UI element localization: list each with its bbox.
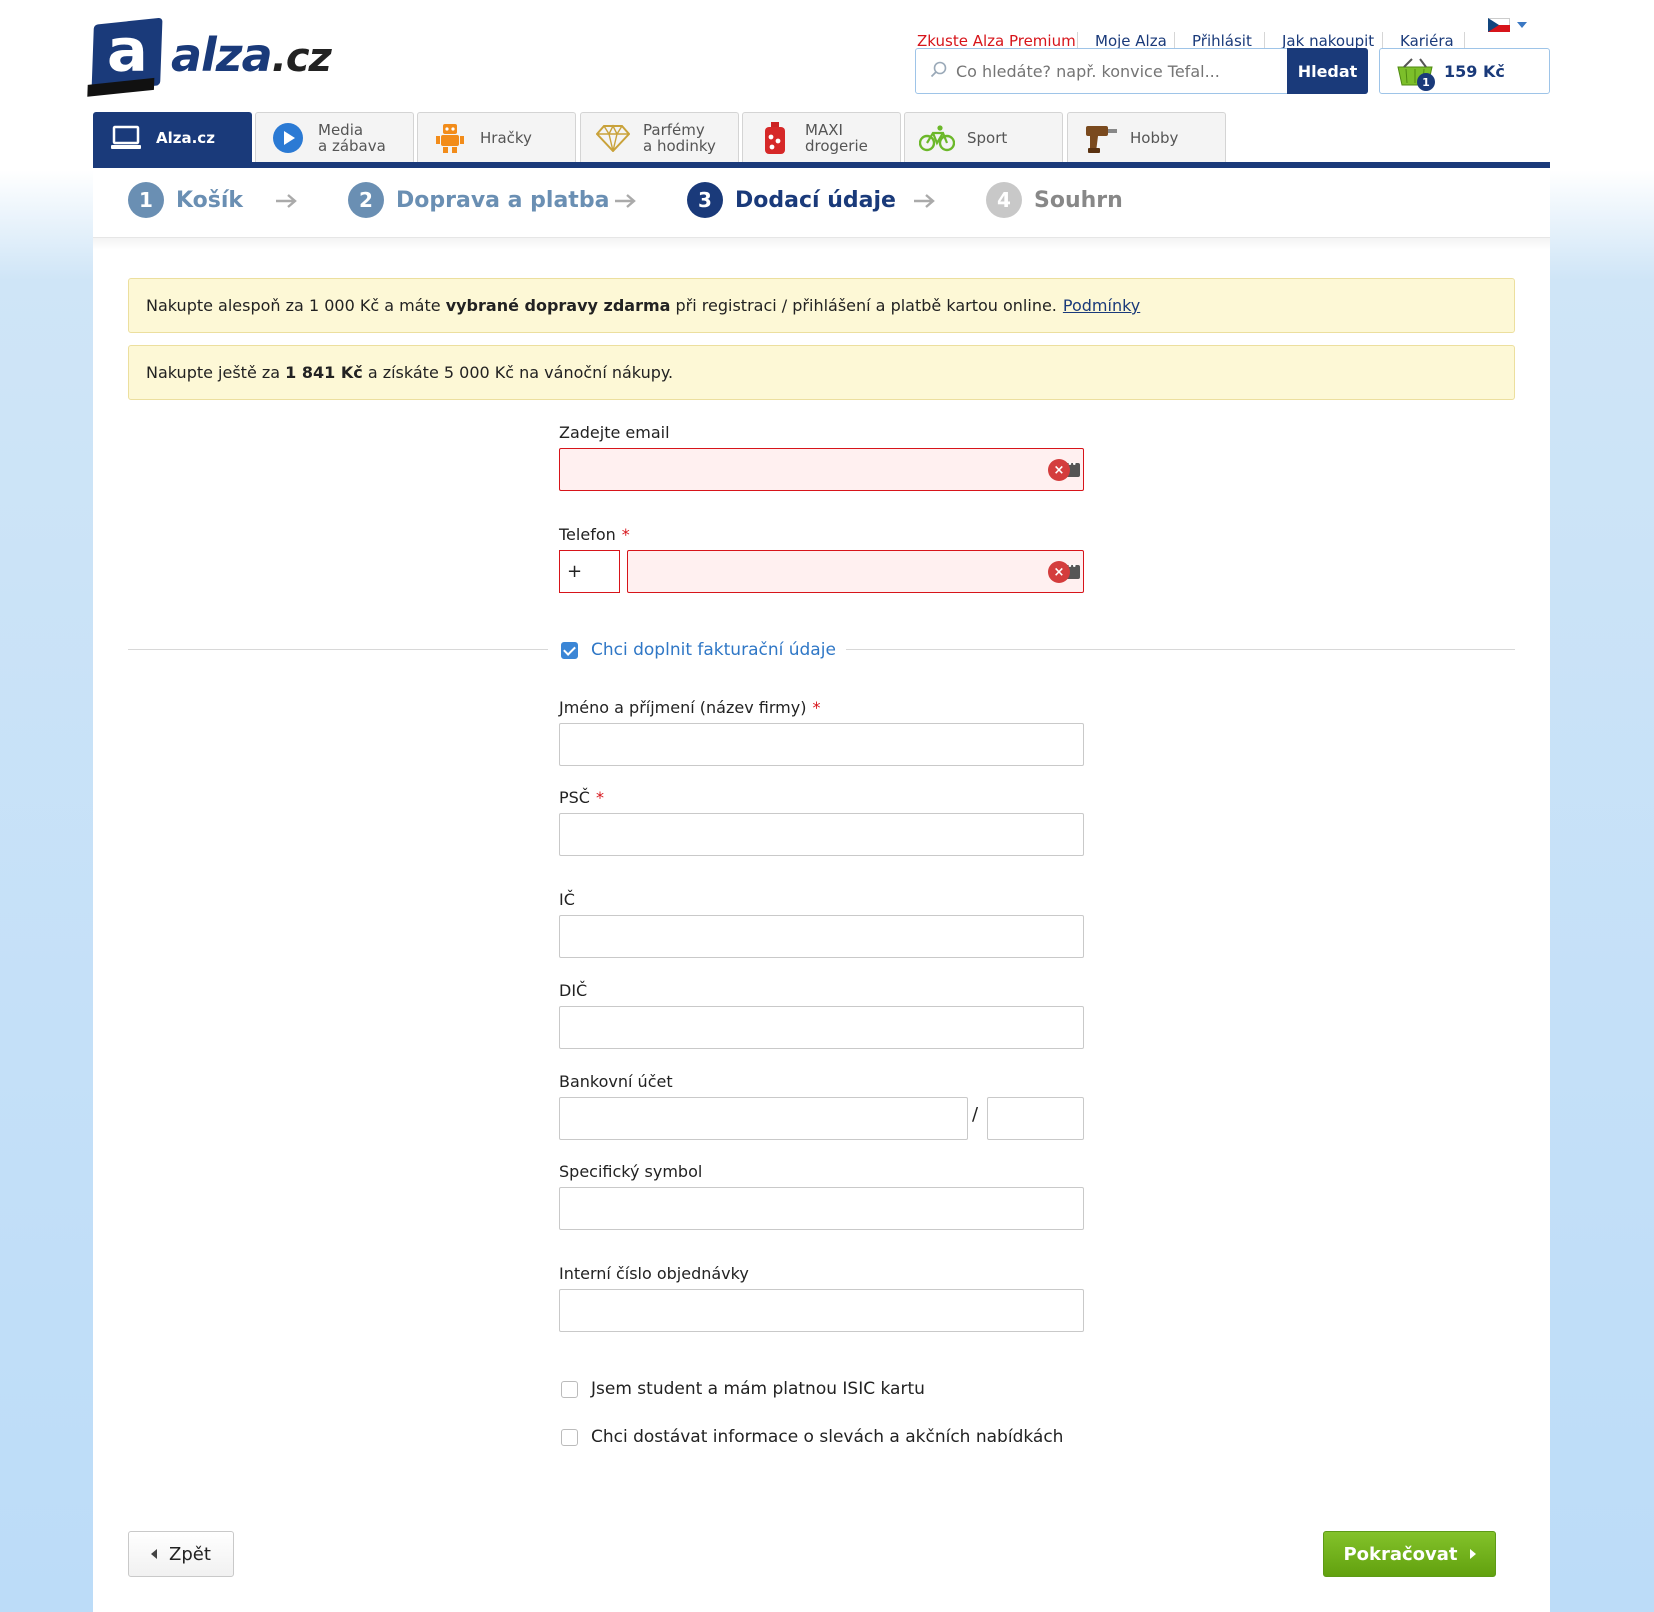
zip-field[interactable]: [559, 813, 1084, 856]
bottle-icon: [757, 120, 793, 156]
tab-label: MAXI: [805, 120, 843, 139]
drill-icon: [1082, 120, 1118, 156]
caret-left-icon: [151, 1549, 158, 1559]
tab-alza-cz[interactable]: Alza.cz: [93, 112, 252, 162]
step-label: Souhrn: [1034, 187, 1123, 213]
step-label: Dodací údaje: [735, 187, 896, 213]
specific-symbol-label: Specifický symbol: [559, 1162, 703, 1181]
step-dodaci-udaje: 3 Dodací údaje: [687, 182, 896, 218]
czech-flag-icon[interactable]: [1488, 18, 1510, 32]
ic-field[interactable]: [559, 915, 1084, 958]
specific-symbol-field[interactable]: [559, 1187, 1084, 1230]
step-label: Košík: [176, 187, 244, 213]
arrow-right-icon: [914, 194, 935, 208]
bicycle-icon: [919, 120, 955, 156]
steps-shadow: [93, 238, 1550, 250]
continue-button[interactable]: Pokračovat: [1323, 1531, 1496, 1577]
section-divider: [128, 649, 548, 650]
billing-toggle[interactable]: Chci doplnit fakturační údaje: [561, 640, 836, 660]
billing-checkbox[interactable]: [561, 641, 578, 659]
tab-label: a hodinky: [643, 136, 716, 155]
bank-code-field[interactable]: [987, 1097, 1084, 1140]
step-number: 1: [128, 182, 164, 218]
student-option[interactable]: Jsem student a mám platnou ISIC kartu: [561, 1379, 925, 1399]
phone-label: Telefon *: [559, 525, 630, 544]
tab-media[interactable]: Media a zábava: [255, 112, 414, 162]
step-kosik[interactable]: 1 Košík: [128, 182, 243, 218]
section-divider: [846, 649, 1515, 650]
newsletter-checkbox-label[interactable]: Chci dostávat informace o slevách a akčn…: [591, 1427, 1063, 1447]
clear-field-icon[interactable]: ×: [1048, 561, 1080, 583]
bank-account-field[interactable]: [559, 1097, 968, 1140]
cart-button[interactable]: 1 159 Kč: [1379, 48, 1550, 94]
internal-order-field[interactable]: [559, 1289, 1084, 1332]
conditions-link[interactable]: Podmínky: [1063, 296, 1140, 315]
free-shipping-notice: Nakupte alespoň za 1 000 Kč a máte vybra…: [128, 278, 1515, 333]
ic-label: IČ: [559, 890, 575, 909]
tab-parfemy[interactable]: Parfémy a hodinky: [580, 112, 739, 162]
tab-hracky[interactable]: Hračky: [417, 112, 576, 162]
search-icon: [930, 61, 947, 78]
back-button[interactable]: Zpět: [128, 1531, 234, 1577]
phone-field[interactable]: ×: [627, 550, 1084, 593]
play-icon: [270, 120, 306, 156]
required-mark: *: [595, 788, 604, 807]
name-field[interactable]: [559, 723, 1084, 766]
tab-label: drogerie: [805, 136, 868, 155]
bank-account-label: Bankovní účet: [559, 1072, 673, 1091]
clear-field-icon[interactable]: ×: [1048, 459, 1080, 481]
arrow-right-icon: [276, 194, 297, 208]
diamond-icon: [595, 120, 631, 156]
cart-price: 159 Kč: [1444, 62, 1505, 81]
arrow-right-icon: [615, 194, 636, 208]
student-checkbox[interactable]: [561, 1380, 578, 1398]
caret-right-icon: [1469, 1549, 1476, 1559]
category-tabs: Alza.cz Media a zábava Hračky Parfémy a ho…: [93, 112, 1550, 162]
dic-field[interactable]: [559, 1006, 1084, 1049]
tab-hobby[interactable]: Hobby: [1067, 112, 1226, 162]
dic-label: DIČ: [559, 981, 588, 1000]
tab-label: Hračky: [480, 128, 532, 147]
tab-maxi-drogerie[interactable]: MAXI drogerie: [742, 112, 901, 162]
top-links: Zkuste Alza Premium Moje Alza Přihlásit …: [0, 16, 1654, 50]
language-caret-icon[interactable]: [1517, 22, 1527, 28]
required-mark: *: [812, 698, 821, 717]
step-souhrn: 4 Souhrn: [986, 182, 1123, 218]
step-number: 4: [986, 182, 1022, 218]
step-number: 2: [348, 182, 384, 218]
email-label: Zadejte email: [559, 423, 670, 442]
laptop-icon: [108, 120, 144, 156]
robot-icon: [432, 120, 468, 156]
checkout-steps: 1 Košík 2 Doprava a platba 3 Dodací údaj…: [93, 168, 1550, 238]
step-doprava[interactable]: 2 Doprava a platba: [348, 182, 609, 218]
search-button[interactable]: Hledat: [1287, 48, 1368, 94]
tab-label: a zábava: [318, 136, 386, 155]
billing-checkbox-label[interactable]: Chci doplnit fakturační údaje: [591, 640, 836, 660]
tab-label: Alza.cz: [156, 128, 215, 147]
required-mark: *: [621, 525, 630, 544]
student-checkbox-label[interactable]: Jsem student a mám platnou ISIC kartu: [591, 1379, 925, 1399]
phone-prefix-field[interactable]: +: [559, 550, 620, 593]
bank-separator: /: [972, 1104, 979, 1125]
search-input[interactable]: [956, 57, 1256, 85]
tab-sport[interactable]: Sport: [904, 112, 1063, 162]
christmas-notice: Nakupte ještě za 1 841 Kč a získáte 5 00…: [128, 345, 1515, 400]
tab-label: Media: [318, 120, 364, 139]
logo-text: alza.cz: [171, 28, 332, 82]
tab-label: Sport: [967, 128, 1008, 147]
cart-count-badge: 1: [1417, 73, 1435, 91]
step-number: 3: [687, 182, 723, 218]
zip-label: PSČ *: [559, 788, 604, 807]
email-field[interactable]: ×: [559, 448, 1084, 491]
tab-label: Parfémy: [643, 120, 705, 139]
newsletter-checkbox[interactable]: [561, 1428, 578, 1446]
step-label: Doprava a platba: [396, 187, 610, 213]
internal-order-label: Interní číslo objednávky: [559, 1264, 749, 1283]
name-label: Jméno a příjmení (název firmy) *: [559, 698, 821, 717]
tab-label: Hobby: [1130, 128, 1179, 147]
newsletter-option[interactable]: Chci dostávat informace o slevách a akčn…: [561, 1427, 1063, 1447]
